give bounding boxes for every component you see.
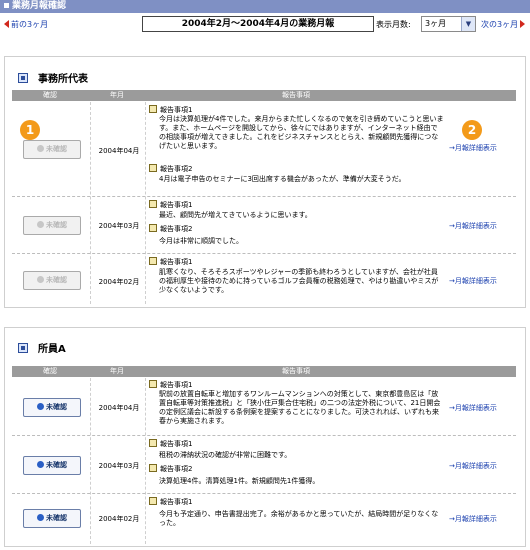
header-report: 報告事項 <box>282 91 310 99</box>
report-detail-link[interactable]: →月報詳細表示 <box>449 221 497 231</box>
table-header: 確認 年月 報告事項 <box>12 366 516 377</box>
report-item-icon <box>149 257 157 265</box>
table-row: 未確認 2004年03月 報告事項1 租税の滞納状況の確認が非常に困難です。 報… <box>12 436 516 494</box>
period-title: 2004年2月～2004年4月の業務月報 <box>142 16 374 32</box>
next-arrow-icon <box>520 20 526 28</box>
report-item-text: 決算処理4件。清算処理1件。新規顧問先1件獲得。 <box>159 477 320 485</box>
section-icon <box>18 343 28 353</box>
section-icon <box>18 73 28 83</box>
header-report: 報告事項 <box>282 367 310 375</box>
report-item-text: 4月は電子申告のセミナーに3回出席する機会があったが、準備が大変そうだ。 <box>159 175 406 183</box>
months-select[interactable]: 3ヶ月 ▼ <box>421 16 476 32</box>
title-square-icon <box>4 3 9 8</box>
next-3-months-link[interactable]: 次の3ヶ月 <box>481 19 526 30</box>
report-item-icon <box>149 105 157 113</box>
status-dot-icon <box>37 514 44 521</box>
report-item-icon <box>149 164 157 172</box>
chevron-down-icon[interactable]: ▼ <box>461 17 475 31</box>
table-header: 確認 年月 報告事項 <box>12 90 516 101</box>
panel-title: 事務所代表 <box>18 70 88 85</box>
prev-3-months-link[interactable]: 前の3ヶ月 <box>4 19 48 30</box>
report-month: 2004年02月 <box>98 278 140 286</box>
report-month: 2004年03月 <box>98 222 140 230</box>
unconfirmed-button[interactable]: 未確認 <box>23 216 81 235</box>
report-item-heading: 報告事項1 <box>149 497 192 507</box>
report-item-text: 最近、顧問先が増えてきているように思います。 <box>159 211 312 219</box>
table-row: 未確認 2004年02月 報告事項1 今月も予定通り、申告書提出完了。余裕がある… <box>12 494 516 544</box>
status-dot-icon <box>37 276 44 283</box>
report-item-heading: 報告事項2 <box>149 164 192 174</box>
report-item-text: 今月は非常に順調でした。 <box>159 237 243 245</box>
status-dot-icon <box>37 221 44 228</box>
period-navigation: 前の3ヶ月 2004年2月～2004年4月の業務月報 表示月数: 3ヶ月 ▼ 次… <box>0 15 530 33</box>
report-item-heading: 報告事項1 <box>149 439 192 449</box>
report-item-text: 租税の滞納状況の確認が非常に困難です。 <box>159 451 292 459</box>
window-title-bar: 業務月報確認 <box>0 0 530 13</box>
status-dot-icon <box>37 145 44 152</box>
report-item-icon <box>149 497 157 505</box>
report-item-text: 肌寒くなり、そろそろスポーツやレジャーの季節も終わろうとしていますが、会社が社員… <box>159 268 439 294</box>
report-detail-link[interactable]: →月報詳細表示 <box>449 403 497 413</box>
report-item-icon <box>149 380 157 388</box>
report-item-heading: 報告事項2 <box>149 464 192 474</box>
report-item-text: 今月も予定通り、申告書提出完了。余裕があるかと思っていたが、結局時間が足りなくな… <box>159 510 439 527</box>
table-row: 未確認 2004年03月 報告事項1 最近、顧問先が増えてきているように思います… <box>12 197 516 254</box>
unconfirmed-button[interactable]: 未確認 <box>23 456 81 475</box>
report-item-heading: 報告事項1 <box>149 380 192 390</box>
table-row: 未確認 2004年04月 報告事項1 駅前の放置自転車と増加するワンルームマンシ… <box>12 378 516 436</box>
months-label: 表示月数: <box>376 20 411 29</box>
report-month: 2004年04月 <box>98 404 140 412</box>
table-row: 未確認 2004年04月 報告事項1 今月は決算処理が4件でした。来月からまた忙… <box>12 102 516 197</box>
callout-marker-2: 2 <box>462 120 482 140</box>
header-confirm: 確認 <box>43 367 57 375</box>
header-confirm: 確認 <box>43 91 57 99</box>
report-month: 2004年03月 <box>98 462 140 470</box>
unconfirmed-button[interactable]: 未確認 <box>23 140 81 159</box>
report-item-heading: 報告事項1 <box>149 105 192 115</box>
unconfirmed-button[interactable]: 未確認 <box>23 509 81 528</box>
months-select-value: 3ヶ月 <box>425 19 447 28</box>
report-detail-link[interactable]: →月報詳細表示 <box>449 143 497 153</box>
callout-marker-1: 1 <box>20 120 40 140</box>
report-item-heading: 報告事項1 <box>149 200 192 210</box>
report-item-icon <box>149 464 157 472</box>
report-month: 2004年02月 <box>98 515 140 523</box>
report-detail-link[interactable]: →月報詳細表示 <box>449 514 497 524</box>
status-dot-icon <box>37 403 44 410</box>
window-title: 業務月報確認 <box>12 1 67 11</box>
status-dot-icon <box>37 461 44 468</box>
panel-title: 所員A <box>18 340 66 355</box>
report-detail-link[interactable]: →月報詳細表示 <box>449 461 497 471</box>
unconfirmed-button[interactable]: 未確認 <box>23 271 81 290</box>
report-item-text: 今月は決算処理が4件でした。来月からまた忙しくなるので気を引き締めていこうと思い… <box>159 115 444 150</box>
report-detail-link[interactable]: →月報詳細表示 <box>449 276 497 286</box>
prev-arrow-icon <box>4 20 9 28</box>
header-month: 年月 <box>110 91 124 99</box>
report-panel-staff-a: 所員A 確認 年月 報告事項 未確認 2004年04月 報告事項1 駅前の放置自… <box>4 327 526 547</box>
report-item-text: 駅前の放置自転車と増加するワンルームマンションへの対策として、東京都豊島区は「放… <box>159 390 441 425</box>
report-item-heading: 報告事項2 <box>149 224 192 234</box>
report-month: 2004年04月 <box>98 147 140 155</box>
header-month: 年月 <box>110 367 124 375</box>
table-row: 未確認 2004年02月 報告事項1 肌寒くなり、そろそろスポーツやレジャーの季… <box>12 254 516 304</box>
unconfirmed-button[interactable]: 未確認 <box>23 398 81 417</box>
report-panel-representative: 事務所代表 確認 年月 報告事項 未確認 2004年04月 報告事項1 今月は決… <box>4 56 526 308</box>
report-item-icon <box>149 224 157 232</box>
report-item-icon <box>149 439 157 447</box>
report-item-icon <box>149 200 157 208</box>
report-item-heading: 報告事項1 <box>149 257 192 267</box>
